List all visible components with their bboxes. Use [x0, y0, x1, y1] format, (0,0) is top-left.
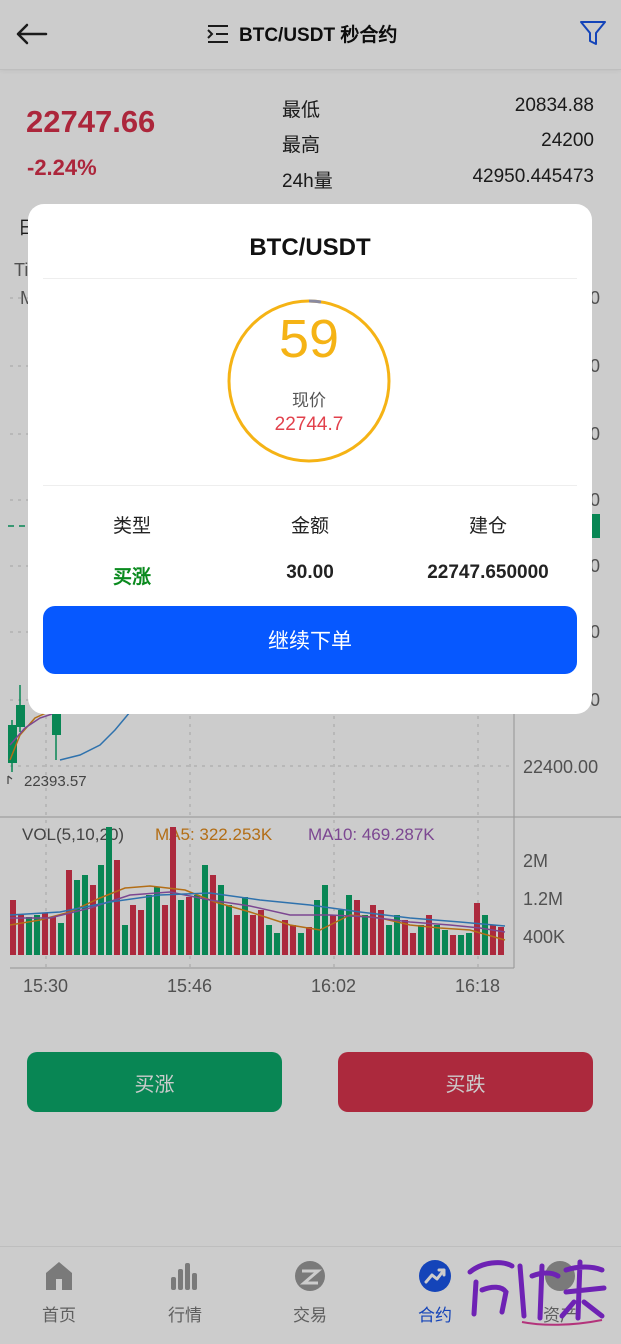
countdown-seconds: 59 — [278, 309, 340, 369]
order-type-column: 类型 买涨 — [42, 511, 222, 589]
order-open-value: 22747.650000 — [427, 562, 549, 583]
order-type-label: 类型 — [112, 516, 151, 537]
continue-order-button[interactable]: 继续下单 — [43, 606, 577, 674]
current-price-label: 现价 — [292, 391, 326, 410]
dialog-divider-mid — [43, 485, 577, 486]
order-open-column: 建仓 22747.650000 — [398, 511, 578, 584]
order-amount-value: 30.00 — [286, 562, 334, 583]
current-price-value: 22744.7 — [274, 414, 344, 435]
order-result-dialog: BTC/USDT 59 现价 22744.7 类型 买涨 金额 30.00 建仓… — [28, 204, 592, 714]
order-type-value: 买涨 — [112, 567, 151, 588]
order-open-label: 建仓 — [468, 516, 507, 537]
dialog-title: BTC/USDT — [249, 234, 371, 261]
dialog-divider-top — [43, 278, 577, 279]
order-amount-column: 金额 30.00 — [220, 511, 400, 584]
order-amount-label: 金额 — [290, 516, 329, 537]
